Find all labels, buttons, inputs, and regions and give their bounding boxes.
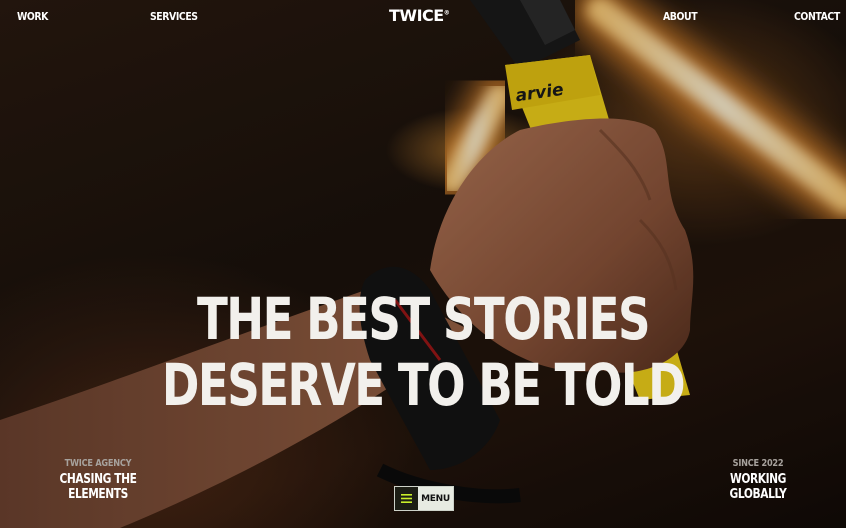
right-caption-big: WORKING GLOBALLY <box>729 472 787 502</box>
right-caption-small: SINCE 2022 <box>732 458 784 469</box>
right-caption: SINCE 2022 WORKING GLOBALLY <box>704 458 812 502</box>
hero-headline: THE BEST STORIES DESERVE TO BE TOLD <box>93 286 753 418</box>
brand-logo-text: TWICE <box>389 6 444 25</box>
registered-mark: ® <box>443 9 450 17</box>
menu-label: MENU <box>418 487 453 510</box>
hamburger-icon <box>395 487 418 510</box>
menu-button[interactable]: MENU <box>394 486 454 511</box>
left-caption: TWICE AGENCY CHASING THE ELEMENTS <box>39 458 157 502</box>
headline-line-2: DESERVE TO BE TOLD <box>161 351 686 419</box>
nav-about[interactable]: ABOUT <box>663 10 698 23</box>
left-caption-small: TWICE AGENCY <box>64 458 132 469</box>
nav-contact[interactable]: CONTACT <box>794 10 840 23</box>
nav-services[interactable]: SERVICES <box>150 10 198 23</box>
hero-photo: arvie <box>0 0 846 528</box>
brand-logo[interactable]: TWICE® <box>389 6 450 25</box>
headline-line-1: THE BEST STORIES <box>196 285 651 353</box>
nav-work[interactable]: WORK <box>17 10 48 23</box>
left-caption-big: CHASING THE ELEMENTS <box>59 472 137 502</box>
